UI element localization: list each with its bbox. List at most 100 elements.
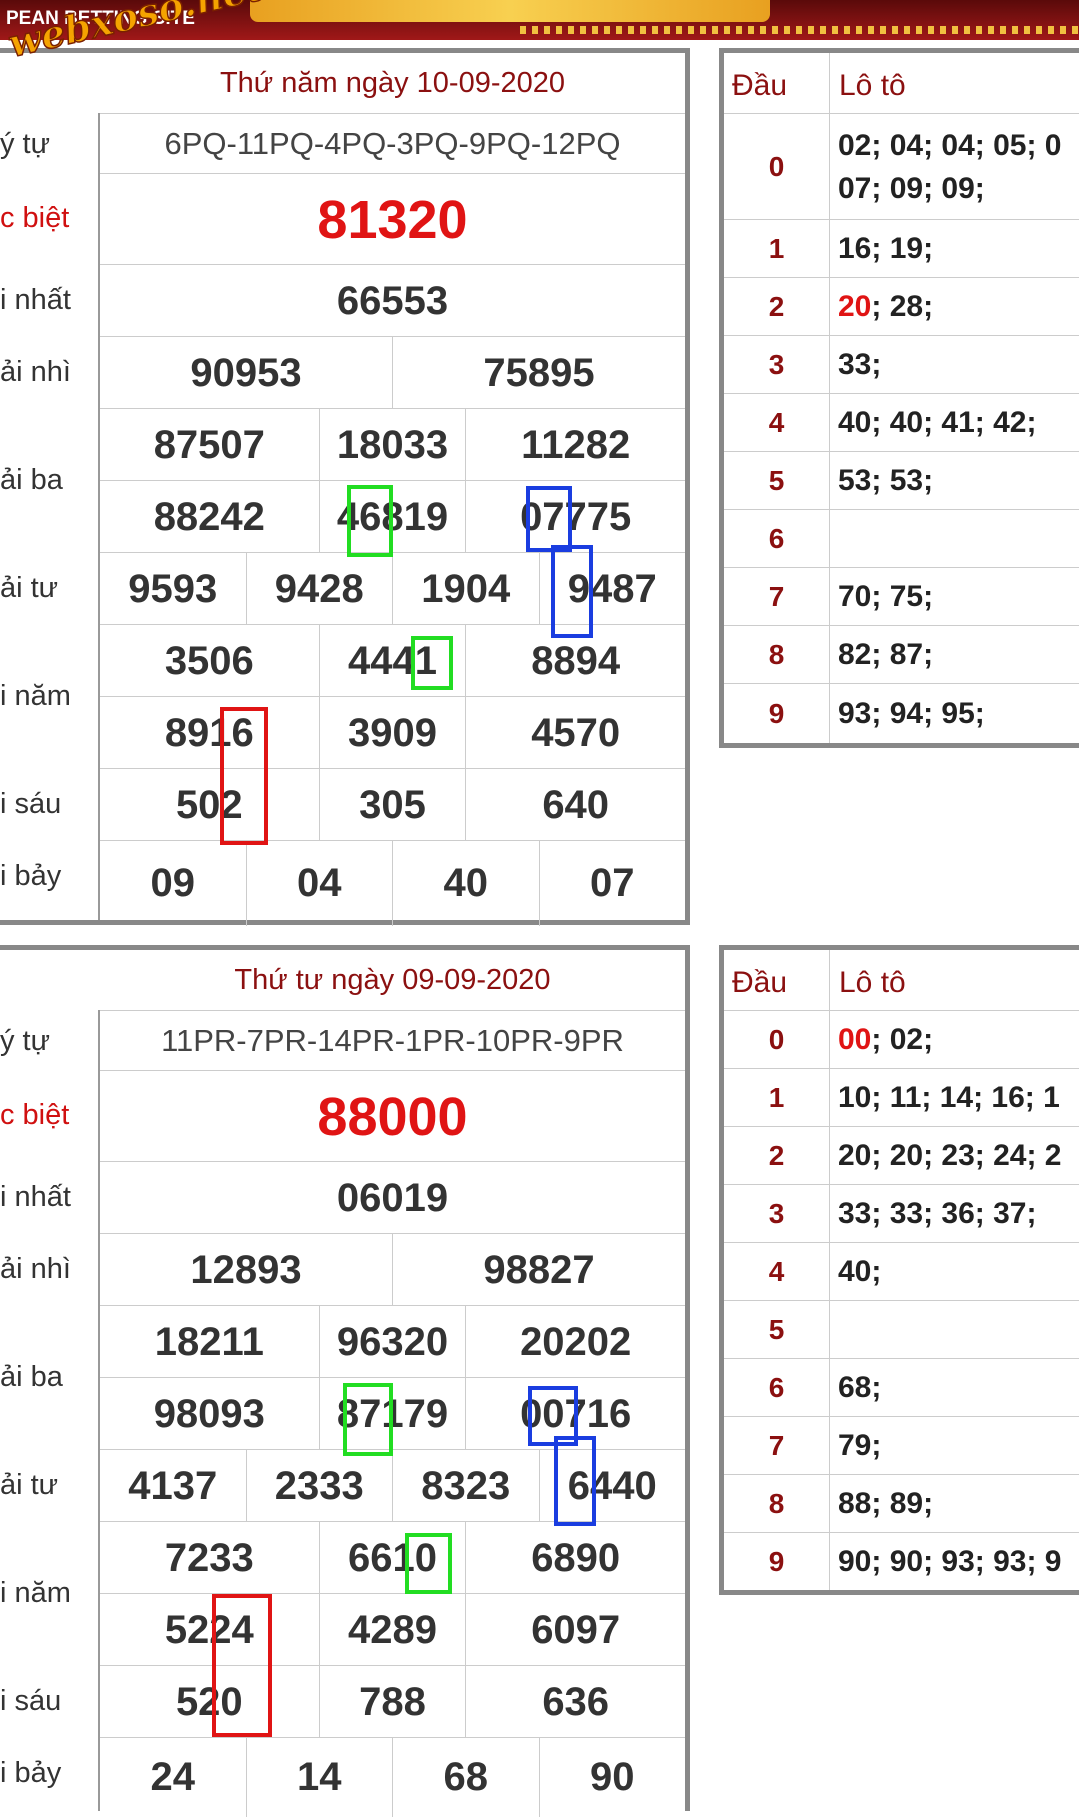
loto-row: 9 90; 90; 93; 93; 9 (724, 1532, 1079, 1591)
loto-values: 53; 53; (838, 464, 934, 498)
row-second: 90953 75895 (100, 336, 685, 409)
loto-head-digit: 9 (768, 698, 785, 729)
prize-number: 07 (538, 841, 686, 926)
prize-number: 5224 (164, 1607, 254, 1652)
label-symbols: ý tự (0, 127, 51, 160)
prize-number: 3506 (164, 638, 254, 683)
red-highlight-box (212, 1594, 272, 1737)
prize-number: 1904 (392, 553, 539, 625)
label-third: ải ba (0, 463, 63, 496)
loto-values (838, 510, 1079, 568)
loto-values: 79; (838, 1429, 882, 1463)
loto-head-digit: 8 (768, 639, 785, 670)
special-prize: 88000 (317, 1086, 468, 1147)
special-prize: 81320 (317, 189, 468, 250)
row-first: 06019 (100, 1161, 685, 1234)
prize-number: 640 (465, 769, 685, 841)
blue-highlight-box (526, 486, 572, 552)
row-fifth-1: 3506 4441 8894 (100, 624, 685, 697)
label-seventh: i bảy (0, 1756, 62, 1789)
prize-number: 04 (245, 841, 393, 926)
loto-values-rest: ; 02; (871, 1023, 934, 1057)
loto-values: 68; (838, 1371, 882, 1405)
loto-values: 40; (838, 1255, 882, 1289)
loto-header: Đầu Lô tô (724, 53, 1079, 114)
draw-title: Thứ năm ngày 10-09-2020 (100, 53, 685, 114)
prize-number: 40 (392, 841, 539, 926)
blue-highlight-box (551, 545, 593, 638)
loto-special-value: 00 (838, 1023, 872, 1057)
loto-values: 33; (838, 348, 882, 382)
red-highlight-box (220, 707, 268, 845)
loto-head-digit: 1 (768, 1082, 785, 1113)
prize-number: 4137 (128, 1463, 218, 1508)
loto-row: 8 82; 87; (724, 625, 1079, 684)
prize-number: 11282 (465, 409, 685, 481)
label-fifth: i năm (0, 679, 71, 712)
loto-head-digit: 1 (768, 233, 785, 264)
loto-head-digit: 6 (768, 523, 785, 554)
loto-head-digit: 2 (768, 1140, 785, 1171)
row-fourth: 4137 2333 8323 6440 (100, 1449, 685, 1522)
loto-values-line: 07; 09; 09; (838, 172, 985, 205)
symbols-value: 6PQ-11PQ-4PQ-3PQ-9PQ-12PQ (164, 126, 621, 161)
green-highlight-box (405, 1533, 452, 1594)
row-seventh: 24 14 68 90 (100, 1737, 685, 1817)
green-highlight-box (347, 485, 393, 557)
label-second: ải nhì (0, 1252, 71, 1285)
prize-number: 90 (538, 1738, 686, 1817)
loto-row: 0 02; 04; 04; 05; 0 07; 09; 09; (724, 113, 1079, 220)
loto-row: 4 40; 40; 41; 42; (724, 393, 1079, 452)
row-fifth-2: 8916 3909 4570 (100, 696, 685, 769)
loto-values: 02; 04; 04; 05; 0 07; 09; 09; (838, 114, 1079, 220)
label-symbols: ý tự (0, 1024, 51, 1057)
first-prize: 06019 (336, 1175, 449, 1220)
prize-number: 88242 (153, 494, 265, 539)
row-seventh: 09 04 40 07 (100, 840, 685, 926)
prize-number: 8323 (392, 1450, 539, 1522)
row-fourth: 9593 9428 1904 9487 (100, 552, 685, 625)
row-special: 88000 (100, 1070, 685, 1162)
label-first: i nhất (0, 283, 71, 316)
loto-head-digit: 2 (768, 291, 785, 322)
loto-values: 82; 87; (838, 638, 934, 672)
prize-number: 502 (175, 782, 243, 827)
prize-number: 4570 (465, 697, 685, 769)
loto-values: 00; 02; (838, 1011, 1079, 1069)
loto-row: 5 53; 53; (724, 451, 1079, 510)
prize-number: 14 (245, 1738, 393, 1817)
prize-number: 09 (150, 861, 196, 905)
row-third-1: 18211 96320 20202 (100, 1305, 685, 1378)
prize-number: 07775 (465, 481, 685, 553)
loto-special-value: 20 (838, 290, 872, 324)
loto-values (838, 1301, 1079, 1359)
row-sixth: 520 788 636 (100, 1665, 685, 1738)
row-sixth: 502 305 640 (100, 768, 685, 841)
label-seventh: i bảy (0, 859, 62, 892)
loto-values: 70; 75; (838, 580, 934, 614)
loto-values: 16; 19; (838, 232, 934, 266)
loto-table-draw-1: Đầu Lô tô 0 02; 04; 04; 05; 0 07; 09; 09… (719, 48, 1079, 748)
green-highlight-box (343, 1383, 393, 1456)
loto-values: 20; 28; (838, 278, 1079, 336)
prize-number: 18211 (154, 1319, 264, 1364)
prize-number: 6890 (465, 1522, 685, 1594)
loto-row: 4 40; (724, 1242, 1079, 1301)
row-second: 12893 98827 (100, 1233, 685, 1306)
label-third: ải ba (0, 1360, 63, 1393)
label-fourth: ải tư (0, 1468, 59, 1501)
prize-number: 4289 (318, 1594, 466, 1666)
loto-values: 90; 90; 93; 93; 9 (838, 1545, 1062, 1579)
prize-number: 98827 (392, 1234, 685, 1306)
prize-number: 8916 (164, 710, 254, 755)
loto-values: 33; 33; 36; 37; (838, 1197, 1037, 1231)
prize-number: 18033 (318, 409, 466, 481)
loto-head-digit: 7 (768, 1430, 785, 1461)
banner-dots (520, 26, 1079, 34)
prize-number: 788 (318, 1666, 466, 1738)
row-first: 66553 (100, 264, 685, 337)
prize-number: 636 (465, 1666, 685, 1738)
draw-title: Thứ tư ngày 09-09-2020 (100, 950, 685, 1011)
row-fifth-2: 5224 4289 6097 (100, 1593, 685, 1666)
loto-row: 2 20; 20; 23; 24; 2 (724, 1126, 1079, 1185)
